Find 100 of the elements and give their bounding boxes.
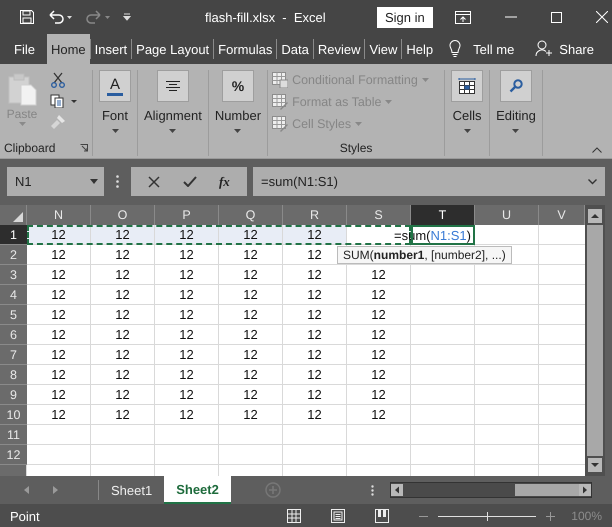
ribbon-tab[interactable]: Page Layout xyxy=(131,39,214,59)
copy-icon[interactable] xyxy=(50,94,78,108)
share-button[interactable]: Share xyxy=(555,34,598,64)
row-header[interactable]: 11 xyxy=(0,425,27,445)
table-cell-text: 12 xyxy=(50,266,67,284)
table-cell: 12 xyxy=(155,225,218,244)
row-header[interactable]: 12 xyxy=(0,445,27,465)
check-icon[interactable] xyxy=(182,176,197,187)
column-header[interactable]: O xyxy=(91,205,155,225)
share-person-icon[interactable] xyxy=(535,40,554,57)
redo-icon[interactable] xyxy=(85,10,111,24)
dialog-launcher-icon[interactable] xyxy=(80,144,88,152)
table-cell-text: 12 xyxy=(114,346,131,364)
collapse-ribbon-icon[interactable] xyxy=(592,147,602,153)
row-header[interactable]: 7 xyxy=(0,345,27,365)
minimize-icon[interactable] xyxy=(504,16,517,18)
column-header[interactable]: P xyxy=(155,205,219,225)
table-cell-text: 12 xyxy=(306,306,323,324)
ribbon-tab[interactable]: File xyxy=(10,34,39,64)
column-header[interactable]: R xyxy=(283,205,347,225)
scroll-up-icon[interactable] xyxy=(588,209,602,223)
cancel-icon[interactable] xyxy=(148,176,160,188)
ribbon-tab[interactable]: Insert xyxy=(90,39,132,59)
column-header[interactable]: T xyxy=(411,205,475,225)
customize-icon[interactable] xyxy=(123,13,131,21)
row-header[interactable]: 8 xyxy=(0,365,27,385)
scroll-left-icon[interactable] xyxy=(391,484,403,496)
table-cell-text: 12 xyxy=(370,266,387,284)
normal-view-icon[interactable] xyxy=(287,509,302,523)
sign-in-button[interactable]: Sign in xyxy=(377,6,433,28)
select-all-triangle-icon[interactable] xyxy=(13,212,23,222)
name-box[interactable]: N1 xyxy=(7,167,104,196)
table-cell-text: 12 xyxy=(50,306,67,324)
row-header[interactable]: 10 xyxy=(0,405,27,425)
close-icon[interactable] xyxy=(596,11,608,23)
row-header[interactable]: 1 xyxy=(0,225,27,245)
page-break-icon[interactable] xyxy=(375,509,390,523)
ribbon-group-button[interactable]: Alignment xyxy=(144,70,202,133)
table-cell-text: 12 xyxy=(178,266,195,284)
row-header[interactable]: 5 xyxy=(0,305,27,325)
sheet-tab[interactable]: Sheet2 xyxy=(164,476,231,504)
tell-me-button[interactable]: Tell me xyxy=(469,34,518,64)
ribbon-group-button[interactable]: % Number xyxy=(214,70,262,133)
expand-icon[interactable] xyxy=(588,178,597,184)
table-cell-text: 12 xyxy=(178,346,195,364)
table-cell-text: 12 xyxy=(178,326,195,344)
scroll-thumb[interactable] xyxy=(587,225,603,456)
table-cell-text: 12 xyxy=(306,286,323,304)
table-cell-text: 12 xyxy=(242,266,259,284)
ribbon-tab[interactable]: Home xyxy=(46,34,90,64)
table-cell-text: 12 xyxy=(306,386,323,404)
ribbon-tab[interactable]: Help xyxy=(401,39,438,59)
sheet-tab[interactable]: Sheet1 xyxy=(99,476,164,504)
column-header[interactable]: N xyxy=(27,205,91,225)
ribbon-tab[interactable]: View xyxy=(364,39,402,59)
conditional-format-icon xyxy=(272,72,288,88)
table-cell-text: 12 xyxy=(370,406,387,424)
ribbon-group-button[interactable]: Editing xyxy=(496,70,536,133)
horizontal-scrollbar[interactable] xyxy=(390,482,592,498)
formula-field[interactable]: =sum(N1:S1) xyxy=(253,167,605,196)
caret-icon xyxy=(512,129,520,133)
column-header[interactable]: V xyxy=(539,205,585,225)
row-header[interactable]: 4 xyxy=(0,285,27,305)
insert-function-button[interactable]: fx xyxy=(218,174,230,190)
row-header[interactable]: 9 xyxy=(0,385,27,405)
table-cell-text: 12 xyxy=(370,386,387,404)
table-cell-text: 12 xyxy=(242,286,259,304)
table-cell-text: 12 xyxy=(242,306,259,324)
row-header[interactable]: 3 xyxy=(0,265,27,285)
row-header[interactable]: 6 xyxy=(0,325,27,345)
maximize-icon[interactable] xyxy=(550,12,562,22)
column-header[interactable]: S xyxy=(347,205,411,225)
group-label: Clipboard xyxy=(4,141,56,155)
table-cell-text: 12 xyxy=(178,306,195,324)
column-header[interactable]: Q xyxy=(219,205,283,225)
ribbon-tab[interactable]: Data xyxy=(276,39,313,59)
undo-icon[interactable] xyxy=(47,10,73,24)
vertical-scrollbar[interactable] xyxy=(585,205,605,476)
save-icon[interactable] xyxy=(19,9,35,25)
column-header[interactable]: U xyxy=(475,205,539,225)
ribbon-display-icon[interactable] xyxy=(454,10,471,24)
scissors-icon[interactable] xyxy=(50,72,66,88)
lightbulb-icon[interactable] xyxy=(449,40,462,58)
zoom-in-icon[interactable] xyxy=(546,512,556,520)
page-layout-icon[interactable] xyxy=(331,509,346,523)
table-cell-text: 12 xyxy=(306,366,323,384)
more-icon[interactable] xyxy=(371,484,374,496)
table-cell-text: 12 xyxy=(114,266,131,284)
scroll-down-icon[interactable] xyxy=(588,458,602,472)
scroll-thumb[interactable] xyxy=(515,484,579,496)
ribbon-tab[interactable]: Review xyxy=(312,39,364,59)
scroll-right-icon[interactable] xyxy=(579,484,591,496)
table-cell-text: 12 xyxy=(306,246,323,264)
ribbon-tab[interactable]: Formulas xyxy=(213,39,276,59)
row-header[interactable]: 2 xyxy=(0,245,27,265)
select-all-corner[interactable] xyxy=(0,205,27,225)
cells-grid-icon xyxy=(458,78,476,94)
table-cell: 12 xyxy=(91,225,154,244)
caret-icon xyxy=(355,122,362,126)
more-icon[interactable] xyxy=(116,175,119,188)
